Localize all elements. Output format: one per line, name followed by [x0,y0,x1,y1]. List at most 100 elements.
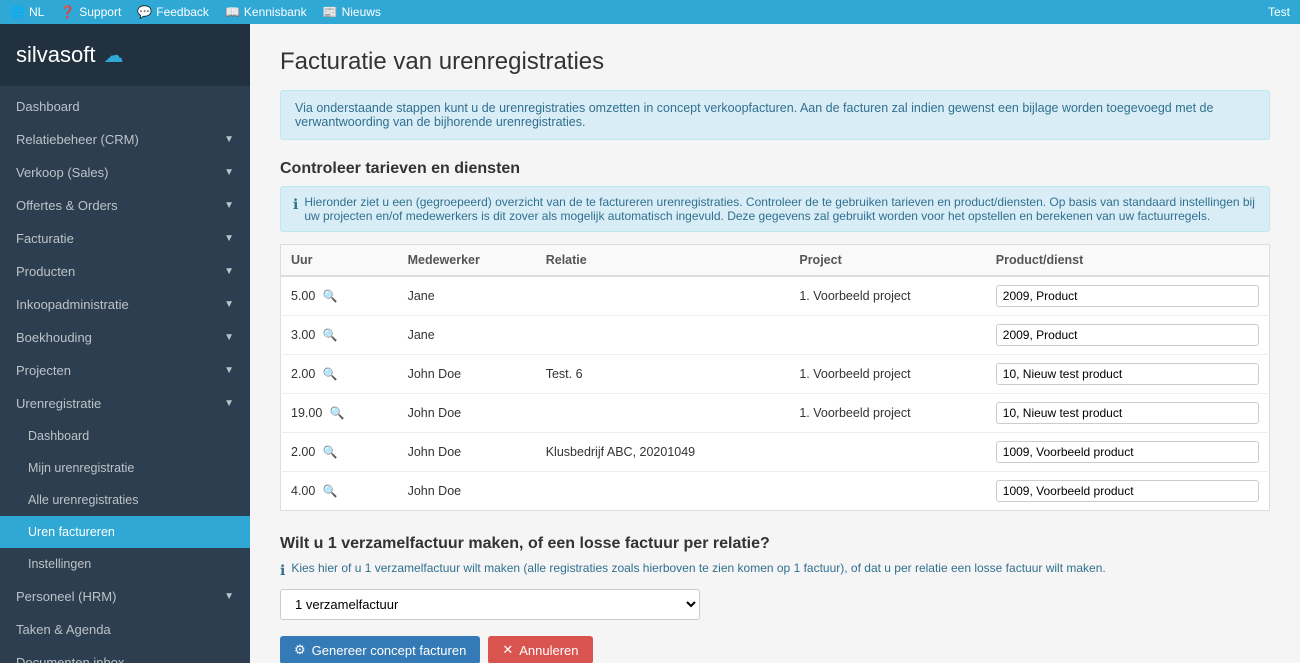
cell-product[interactable] [986,355,1270,394]
cell-product[interactable] [986,433,1270,472]
sidebar-item-boekhouding[interactable]: Boekhouding ▼ [0,321,250,354]
cell-uur: 5.00 🔍 [281,276,398,316]
sidebar-item-inkoop[interactable]: Inkoopadministratie ▼ [0,288,250,321]
section1-info: ℹ Hieronder ziet u een (gegroepeerd) ove… [280,186,1270,232]
sidebar-item-facturatie[interactable]: Facturatie ▼ [0,222,250,255]
support-link[interactable]: ❓ Support [60,5,121,19]
chevron-down-icon: ▼ [224,200,234,211]
verzamelfactuur-select[interactable]: 1 verzamelfactuurLosse factuur per relat… [280,589,700,620]
sidebar-item-mijn-urenregistratie[interactable]: Mijn urenregistratie [0,452,250,484]
search-button[interactable]: 🔍 [319,367,342,381]
cell-project: 1. Voorbeeld project [789,394,985,433]
col-medewerker: Medewerker [398,245,536,277]
product-input[interactable] [996,363,1259,385]
chevron-down-icon: ▼ [224,134,234,145]
feedback-label: Feedback [156,5,209,19]
cell-uur: 19.00 🔍 [281,394,398,433]
page-title: Facturatie van urenregistraties [280,48,1270,76]
cell-relatie [536,394,790,433]
chevron-down-icon: ▼ [224,332,234,343]
gear-icon: ⚙ [294,642,306,658]
lang-nl[interactable]: 🌐 NL [10,5,44,19]
product-input[interactable] [996,324,1259,346]
sidebar-item-instellingen[interactable]: Instellingen [0,548,250,580]
cell-relatie: Test. 6 [536,355,790,394]
search-button[interactable]: 🔍 [326,406,349,420]
chevron-down-icon: ▼ [224,591,234,602]
col-uur: Uur [281,245,398,277]
search-button[interactable]: 🔍 [319,328,342,342]
sidebar-item-alle-urenregistraties[interactable]: Alle urenregistraties [0,484,250,516]
action-buttons: ⚙ Genereer concept facturen ✕ Annuleren [280,636,1270,663]
info-icon-2: ℹ [280,562,285,579]
kennisbank-label: Kennisbank [244,5,307,19]
cell-product[interactable] [986,394,1270,433]
nieuws-link[interactable]: 📰 Nieuws [323,5,381,19]
logo-icon: ☁ [103,43,123,68]
col-product: Product/dienst [986,245,1270,277]
chevron-down-icon: ▼ [224,167,234,178]
cell-relatie [536,472,790,511]
section1-title: Controleer tarieven en diensten [280,160,1270,178]
cancel-button[interactable]: ✕ Annuleren [488,636,592,663]
search-button[interactable]: 🔍 [319,289,342,303]
sidebar-item-projecten[interactable]: Projecten ▼ [0,354,250,387]
kennisbank-link[interactable]: 📖 Kennisbank [225,5,307,19]
product-input[interactable] [996,441,1259,463]
col-relatie: Relatie [536,245,790,277]
product-input[interactable] [996,480,1259,502]
sidebar-item-urenregistratie[interactable]: Urenregistratie ▼ [0,387,250,420]
product-input[interactable] [996,285,1259,307]
table-row: 2.00 🔍 John Doe Test. 6 1. Voorbeeld pro… [281,355,1270,394]
generate-button[interactable]: ⚙ Genereer concept facturen [280,636,480,663]
search-button[interactable]: 🔍 [319,484,342,498]
cell-product[interactable] [986,276,1270,316]
table-row: 4.00 🔍 John Doe [281,472,1270,511]
info-banner: Via onderstaande stappen kunt u de urenr… [280,90,1270,140]
product-input[interactable] [996,402,1259,424]
search-button[interactable]: 🔍 [319,445,342,459]
sidebar: silvasoft ☁ Dashboard Relatiebeheer (CRM… [0,24,250,663]
sidebar-item-dashboard[interactable]: Dashboard [0,90,250,123]
table-row: 5.00 🔍 Jane 1. Voorbeeld project [281,276,1270,316]
cell-project [789,316,985,355]
table-row: 3.00 🔍 Jane [281,316,1270,355]
support-label: Support [79,5,121,19]
sidebar-item-documenten[interactable]: Documenten inbox [0,646,250,663]
chevron-down-icon: ▼ [224,365,234,376]
main-content: Facturatie van urenregistraties Via onde… [250,24,1300,663]
feedback-link[interactable]: 💬 Feedback [137,5,209,19]
cell-medewerker: Jane [398,316,536,355]
sidebar-item-relatiebeheer[interactable]: Relatiebeheer (CRM) ▼ [0,123,250,156]
sidebar-nav: Dashboard Relatiebeheer (CRM) ▼ Verkoop … [0,86,250,663]
sidebar-item-producten[interactable]: Producten ▼ [0,255,250,288]
feedback-icon: 💬 [137,5,152,19]
sidebar-item-verkoop[interactable]: Verkoop (Sales) ▼ [0,156,250,189]
section2-title: Wilt u 1 verzamelfactuur maken, of een l… [280,535,1270,553]
chevron-down-icon: ▼ [224,266,234,277]
cell-uur: 3.00 🔍 [281,316,398,355]
hours-table: Uur Medewerker Relatie Project Product/d… [280,244,1270,511]
user-label[interactable]: Test [1268,5,1290,19]
cell-product[interactable] [986,472,1270,511]
cell-uur: 4.00 🔍 [281,472,398,511]
cell-medewerker: John Doe [398,433,536,472]
cell-project: 1. Voorbeeld project [789,276,985,316]
cell-relatie [536,316,790,355]
cell-project [789,433,985,472]
sidebar-item-sub-dashboard[interactable]: Dashboard [0,420,250,452]
cell-project: 1. Voorbeeld project [789,355,985,394]
cell-medewerker: John Doe [398,394,536,433]
cell-medewerker: John Doe [398,355,536,394]
sidebar-item-offertes[interactable]: Offertes & Orders ▼ [0,189,250,222]
table-row: 2.00 🔍 John Doe Klusbedrijf ABC, 2020104… [281,433,1270,472]
cell-relatie: Klusbedrijf ABC, 20201049 [536,433,790,472]
cell-project [789,472,985,511]
nieuws-icon: 📰 [323,5,338,19]
chevron-down-icon: ▼ [224,233,234,244]
cell-product[interactable] [986,316,1270,355]
sidebar-item-taken[interactable]: Taken & Agenda [0,613,250,646]
sidebar-item-personeel[interactable]: Personeel (HRM) ▼ [0,580,250,613]
sidebar-item-uren-factureren[interactable]: Uren factureren [0,516,250,548]
cell-relatie [536,276,790,316]
